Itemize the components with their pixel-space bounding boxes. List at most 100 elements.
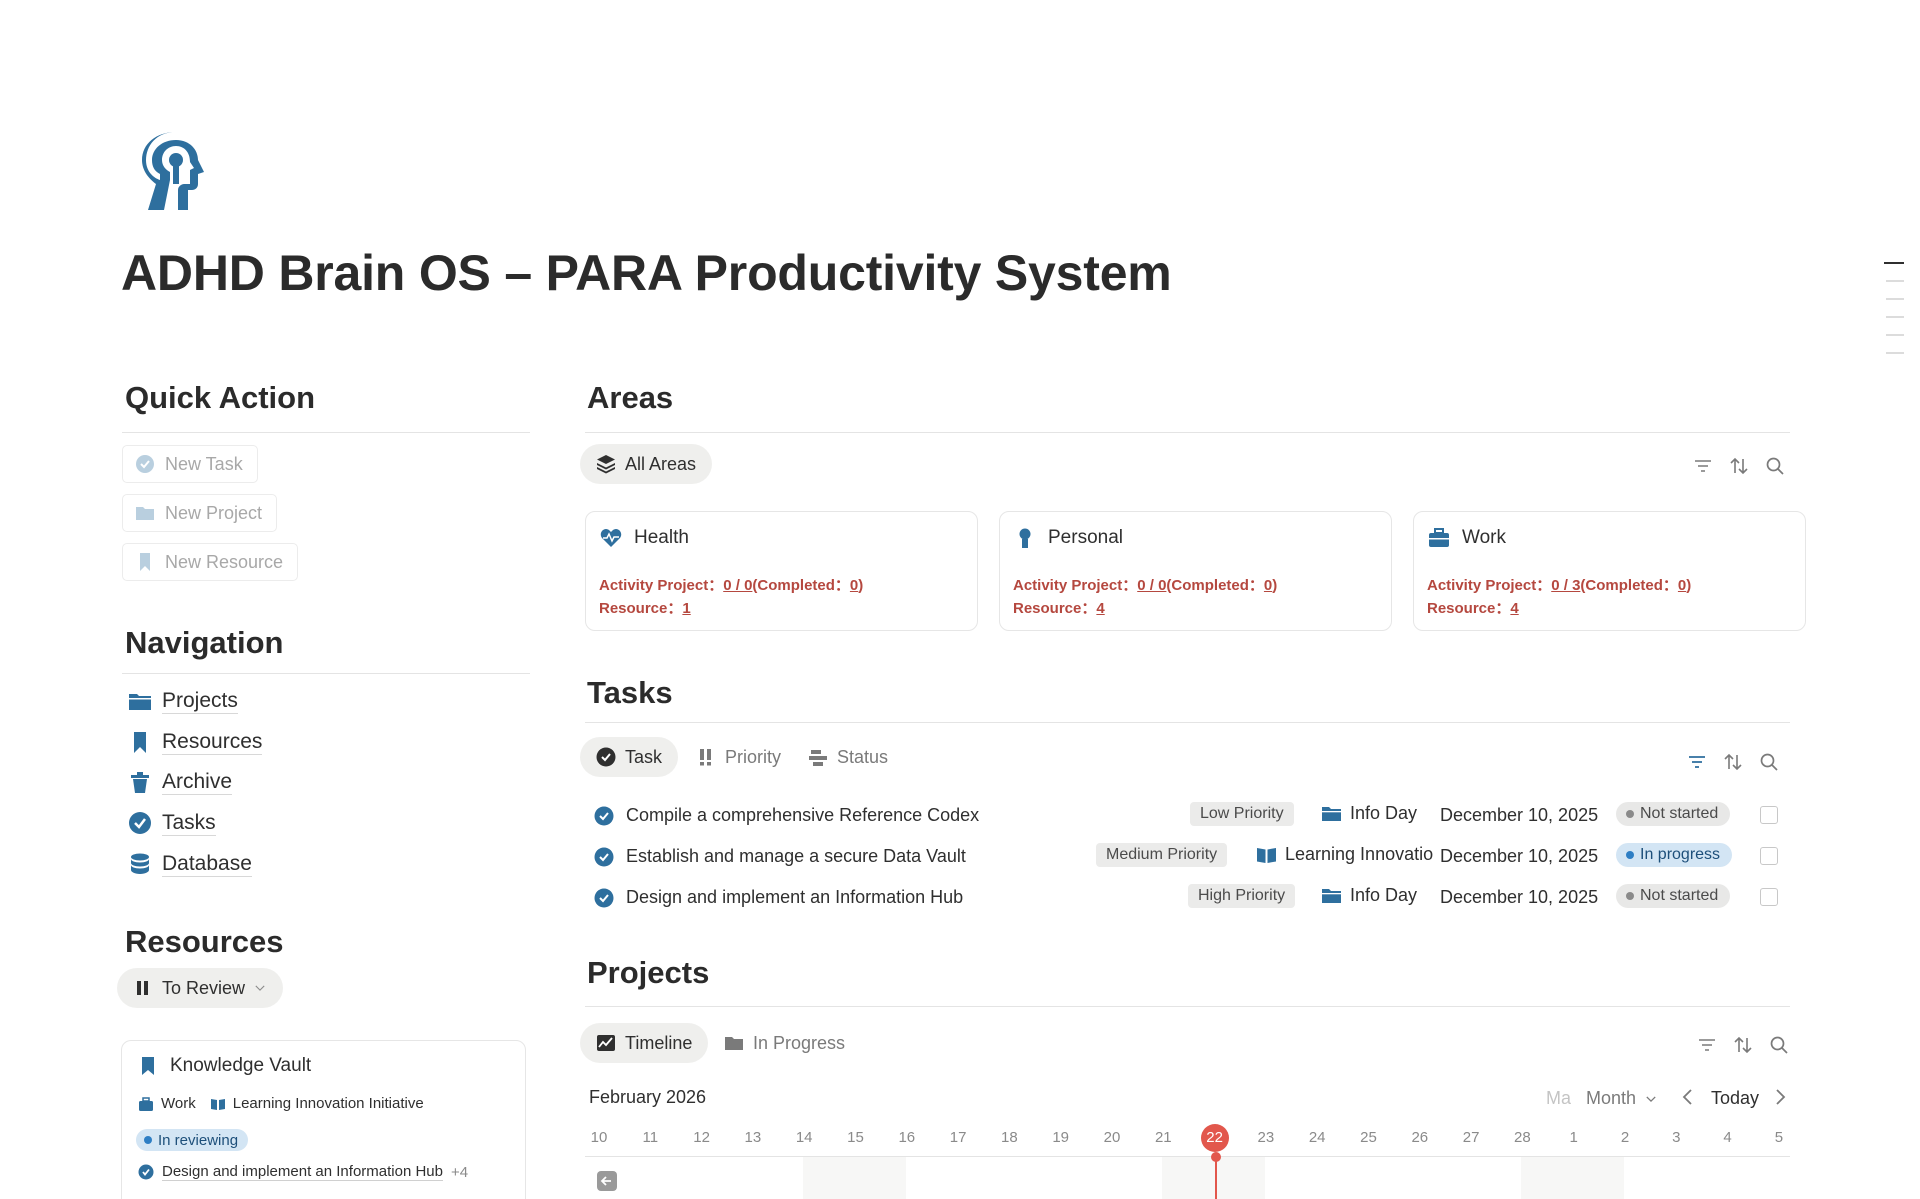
activity-value[interactable]: 0 / 0: [1137, 577, 1166, 594]
area-card-title: Work: [1428, 527, 1506, 549]
sort-icon[interactable]: [1733, 1035, 1753, 1055]
manage-button[interactable]: Ma: [1546, 1088, 1571, 1109]
nav-resources[interactable]: Resources: [128, 727, 263, 757]
chevron-left-icon[interactable]: [1681, 1088, 1695, 1106]
tab-to-review[interactable]: To Review: [117, 968, 284, 1008]
toc-item[interactable]: [1886, 316, 1904, 318]
activity-value[interactable]: 0 / 0: [723, 577, 752, 594]
task-date: December 10, 2025: [1440, 887, 1599, 907]
filter-icon[interactable]: [1697, 1035, 1717, 1055]
toc-item[interactable]: [1886, 298, 1904, 300]
status-dot: [144, 1136, 152, 1144]
completed-value[interactable]: 0: [1264, 577, 1272, 594]
area-card-work[interactable]: Work Activity Project：0 / 3(Completed：0)…: [1413, 511, 1806, 631]
area-card-health[interactable]: Health Activity Project：0 / 0(Completed：…: [585, 511, 978, 631]
completed-close: ): [1272, 577, 1278, 594]
resource-card[interactable]: Knowledge Vault Work Learning Innovation…: [121, 1040, 526, 1199]
task-name[interactable]: Establish and manage a secure Data Vault: [626, 846, 966, 867]
nav-database[interactable]: Database: [128, 849, 252, 879]
chevron-right-icon[interactable]: [1773, 1088, 1787, 1106]
task-date: December 10, 2025: [1440, 846, 1599, 866]
tab-priority[interactable]: Priority: [680, 737, 797, 777]
nav-tasks[interactable]: Tasks: [128, 808, 216, 838]
task-project[interactable]: Info Day: [1321, 803, 1431, 824]
timeline-day-header: 10 11 12 13 14 15 16 17 18 19 20 21 22 23 24 25 26 27 28 1 2…: [585, 1124, 1790, 1152]
tab-status[interactable]: Status: [792, 737, 904, 777]
table-row[interactable]: Compile a comprehensive Reference Codex …: [594, 796, 1789, 834]
arrow-left-icon[interactable]: [597, 1171, 617, 1191]
task-name[interactable]: Design and implement an Information Hub: [626, 887, 963, 908]
tab-in-progress[interactable]: In Progress: [708, 1023, 861, 1063]
resource-project[interactable]: Learning Innovation Initiative: [233, 1095, 424, 1112]
sort-icon[interactable]: [1723, 752, 1743, 772]
tab-all-areas[interactable]: All Areas: [580, 444, 713, 484]
search-icon[interactable]: [1769, 1035, 1789, 1055]
weekend-shade: [803, 1157, 906, 1199]
bookmark-icon: [142, 1057, 154, 1075]
area-card-title: Health: [600, 527, 689, 549]
projects-toolbar: [1697, 1035, 1789, 1055]
toc-item[interactable]: [1884, 262, 1904, 264]
search-icon[interactable]: [1765, 456, 1785, 476]
timeline-day: 16: [898, 1129, 916, 1146]
tab-task[interactable]: Task: [580, 737, 679, 777]
task-date: December 10, 2025: [1440, 805, 1599, 825]
task-checkbox[interactable]: [1760, 888, 1778, 906]
resource-value[interactable]: 4: [1096, 600, 1104, 617]
task-project[interactable]: Learning Innovation Initiative: [1256, 844, 1434, 865]
person-icon: [1019, 528, 1031, 548]
nav-archive[interactable]: Archive: [128, 767, 233, 797]
area-activity: Activity Project：0 / 3(Completed：0): [1427, 574, 1691, 595]
check-circle-icon: [594, 888, 614, 908]
status-text: Not started: [1640, 887, 1719, 904]
nav-database-label: Database: [162, 851, 252, 877]
scale-dropdown[interactable]: Month: [1586, 1088, 1658, 1109]
resources-heading: Resources: [125, 924, 284, 959]
completed-value[interactable]: 0: [850, 577, 858, 594]
new-resource-button[interactable]: New Resource: [122, 543, 299, 581]
layers-icon: [597, 455, 615, 474]
completed-close: ): [858, 577, 864, 594]
table-of-contents[interactable]: [1884, 262, 1904, 370]
sort-icon[interactable]: [1729, 456, 1749, 476]
completed-value[interactable]: 0: [1678, 577, 1686, 594]
filter-icon[interactable]: [1693, 456, 1713, 476]
task-project-name: Info Day: [1350, 885, 1418, 905]
area-card-personal[interactable]: Personal Activity Project：0 / 0(Complete…: [999, 511, 1392, 631]
status-dot: [1626, 892, 1634, 900]
task-checkbox[interactable]: [1760, 806, 1778, 824]
resource-related-task[interactable]: Design and implement an Information Hub …: [138, 1163, 468, 1181]
nav-projects[interactable]: Projects: [128, 686, 238, 716]
tab-timeline-label: Timeline: [625, 1032, 693, 1053]
task-name[interactable]: Compile a comprehensive Reference Codex: [626, 805, 979, 826]
timeline-day: 11: [642, 1129, 659, 1146]
resource-value[interactable]: 1: [682, 600, 690, 617]
timeline-day: 2: [1620, 1129, 1630, 1146]
folder-icon: [725, 1037, 743, 1050]
table-row[interactable]: Establish and manage a secure Data Vault…: [594, 837, 1789, 875]
toc-item[interactable]: [1886, 280, 1904, 282]
new-resource-label: New Resource: [165, 551, 284, 572]
activity-label: Activity Project：: [1013, 577, 1138, 594]
tab-timeline[interactable]: Timeline: [580, 1023, 709, 1063]
toc-item[interactable]: [1886, 334, 1904, 336]
new-task-button[interactable]: New Task: [122, 445, 258, 483]
table-row[interactable]: Design and implement an Information Hub …: [594, 878, 1789, 916]
resource-value[interactable]: 4: [1510, 600, 1518, 617]
trash-icon: [131, 772, 149, 793]
timeline-day: 5: [1774, 1129, 1784, 1146]
chevron-down-icon: [255, 985, 265, 991]
timeline-day: 15: [847, 1129, 864, 1146]
resource-label: Resource：: [1013, 600, 1097, 617]
new-project-button[interactable]: New Project: [122, 494, 278, 532]
timeline-body[interactable]: [585, 1152, 1790, 1199]
timeline-day: 28: [1514, 1129, 1531, 1146]
filter-icon[interactable]: [1687, 752, 1707, 772]
task-project[interactable]: Info Day: [1321, 885, 1431, 906]
today-button[interactable]: Today: [1711, 1088, 1759, 1109]
activity-value[interactable]: 0 / 3: [1551, 577, 1580, 594]
search-icon[interactable]: [1759, 752, 1779, 772]
resource-area[interactable]: Work: [161, 1095, 196, 1112]
toc-item[interactable]: [1886, 352, 1904, 354]
task-checkbox[interactable]: [1760, 847, 1778, 865]
